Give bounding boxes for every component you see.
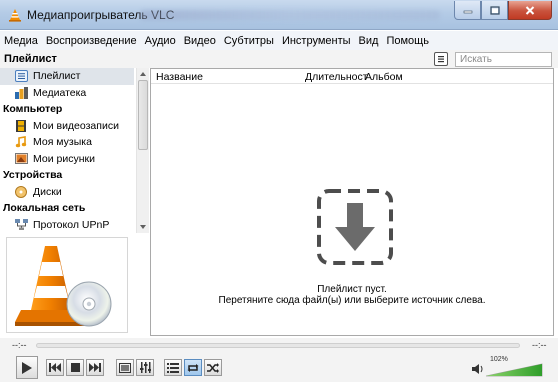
stop-button[interactable] (66, 359, 84, 376)
volume-slider[interactable] (485, 363, 544, 377)
column-duration[interactable]: Длительност (305, 71, 368, 83)
window-controls (454, 1, 552, 21)
maximize-icon (489, 5, 500, 15)
play-icon (22, 361, 32, 374)
sidebar-group-devices: Устройства (3, 169, 63, 182)
sidebar-item-label: Плейлист (33, 70, 81, 83)
previous-button[interactable] (46, 359, 64, 376)
vlc-cone-artwork-icon (15, 246, 112, 327)
elapsed-time: --:-- (12, 340, 27, 350)
title-bar: Медиапроигрыватель VLC (0, 0, 558, 30)
playlist-toggle-icon (167, 362, 179, 373)
sidebar-group-computer: Компьютер (3, 103, 63, 116)
control-bar: 102% (0, 353, 558, 382)
album-art (6, 237, 128, 333)
blurred-title-region (140, 10, 440, 20)
playlist-panel[interactable]: Название Длительност Альбом Плейлист пус… (150, 68, 554, 336)
sidebar-group-network: Локальная сеть (3, 202, 86, 215)
vlc-cone-icon (8, 8, 22, 22)
network-icon (14, 219, 28, 231)
menu-playback[interactable]: Воспроизведение (46, 35, 137, 47)
shuffle-icon (207, 362, 219, 373)
maximize-button[interactable] (481, 1, 508, 20)
sidebar-item-playlist[interactable]: Плейлист (0, 68, 134, 85)
sidebar-item-library[interactable]: Медиатека (0, 85, 134, 102)
playlist-icon (14, 70, 28, 83)
sidebar-item-upnp[interactable]: Протокол UPnP (0, 217, 134, 234)
loop-icon (187, 363, 199, 372)
next-icon (89, 363, 101, 372)
volume-level-icon (485, 363, 543, 377)
menu-audio[interactable]: Аудио (145, 35, 176, 47)
playlist-view-button[interactable] (434, 52, 448, 66)
volume-percent: 102% (490, 356, 508, 363)
sidebar-item-music[interactable]: Моя музыка (0, 134, 134, 151)
seek-slider[interactable] (36, 343, 520, 348)
film-icon (14, 119, 28, 132)
search-input[interactable]: Искать (455, 52, 552, 67)
menu-subtitles[interactable]: Субтитры (224, 35, 274, 47)
list-view-icon (438, 56, 444, 63)
sidebar-item-label: Моя музыка (33, 136, 92, 149)
previous-icon (49, 363, 61, 372)
playlist-section-title: Плейлист (4, 53, 57, 65)
column-album[interactable]: Альбом (365, 71, 403, 83)
empty-message-line2: Перетяните сюда файл(ы) или выберите ист… (218, 295, 486, 306)
menu-tools[interactable]: Инструменты (282, 35, 351, 47)
menu-bar: Медиа Воспроизведение Аудио Видео Субтит… (0, 31, 558, 50)
sidebar-item-label: Мои видеозаписи (33, 119, 119, 132)
sidebar: Плейлист Медиатека Компьютер Мои видеоза… (0, 68, 150, 336)
close-button[interactable] (508, 1, 552, 20)
menu-help[interactable]: Помощь (386, 35, 429, 47)
menu-view[interactable]: Вид (359, 35, 379, 47)
sidebar-item-label: Протокол UPnP (33, 218, 110, 231)
sidebar-list: Плейлист Медиатека Компьютер Мои видеоза… (0, 68, 134, 233)
remaining-time[interactable]: --:-- (532, 340, 547, 350)
play-button[interactable] (16, 356, 38, 379)
toggle-playlist-button[interactable] (164, 359, 182, 376)
scroll-up-icon[interactable] (140, 72, 146, 76)
picture-icon (14, 153, 28, 165)
scroll-down-icon[interactable] (140, 225, 146, 229)
media-library-icon (14, 86, 28, 99)
equalizer-icon (139, 362, 151, 373)
column-name[interactable]: Название (156, 71, 203, 83)
music-note-icon (14, 136, 28, 148)
extended-settings-button[interactable] (136, 359, 154, 376)
fullscreen-button[interactable] (116, 359, 134, 376)
sidebar-item-videos[interactable]: Мои видеозаписи (0, 118, 134, 135)
minimize-icon (463, 10, 472, 14)
next-button[interactable] (86, 359, 104, 376)
fullscreen-icon (119, 362, 131, 373)
scrollbar-thumb[interactable] (138, 80, 148, 150)
menu-video[interactable]: Видео (184, 35, 216, 47)
empty-playlist-message: Плейлист пуст. Перетяните сюда файл(ы) и… (151, 284, 553, 306)
sidebar-item-pictures[interactable]: Мои рисунки (0, 151, 134, 168)
sidebar-item-label: Диски (33, 185, 62, 198)
disc-icon (14, 185, 28, 198)
stop-icon (70, 363, 80, 372)
playlist-column-header: Название Длительност Альбом (151, 69, 553, 84)
seek-row: --:-- --:-- (0, 338, 558, 353)
loop-button[interactable] (184, 359, 202, 376)
shuffle-button[interactable] (204, 359, 222, 376)
sidebar-item-label: Медиатека (33, 86, 87, 99)
minimize-button[interactable] (454, 1, 481, 20)
drop-zone[interactable] (315, 187, 395, 267)
close-icon (525, 5, 535, 15)
menu-media[interactable]: Медиа (4, 35, 38, 47)
sidebar-item-label: Мои рисунки (33, 152, 95, 165)
speaker-icon[interactable] (472, 364, 484, 377)
empty-message-line1: Плейлист пуст. (317, 284, 387, 295)
sidebar-item-discs[interactable]: Диски (0, 184, 134, 201)
drop-arrow-icon (317, 189, 393, 265)
playlist-header-bar: Плейлист Искать (0, 50, 558, 68)
sidebar-scrollbar[interactable] (136, 68, 149, 233)
